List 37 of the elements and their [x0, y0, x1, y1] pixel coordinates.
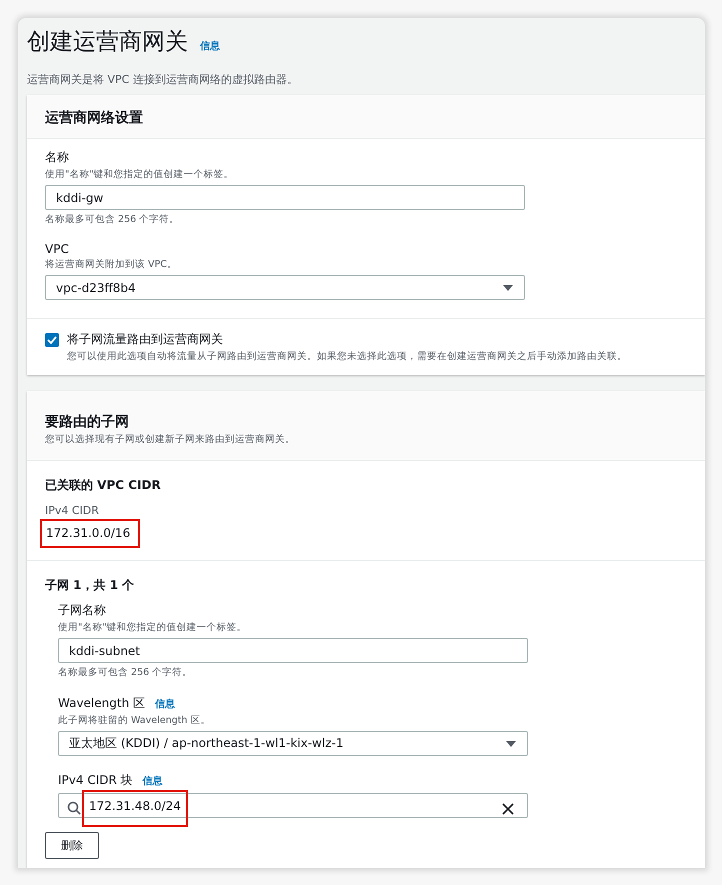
- select-dropdown[interactable]: vpc-d23ff8b4: [45, 275, 525, 300]
- caret-down-icon: [502, 284, 514, 292]
- page-title: 创建运营商网关: [27, 28, 188, 57]
- field-label: Wavelength 区: [58, 695, 145, 712]
- page-description: 运营商网关是将 VPC 连接到运营商网络的虚拟路由器。: [27, 72, 299, 87]
- field-hint: 使用"名称"键和您指定的值创建一个标签。: [45, 168, 235, 181]
- field-constraint: 名称最多可包含 256 个字符。: [45, 213, 180, 226]
- field-hint: 使用"名称"键和您指定的值创建一个标签。: [58, 621, 248, 634]
- search-field[interactable]: 172.31.48.0/24: [58, 793, 528, 818]
- info-link[interactable]: 信息: [142, 774, 163, 788]
- cidr-value: 172.31.0.0/16: [40, 519, 140, 548]
- section-heading: 子网 1，共 1 个: [45, 577, 136, 594]
- field-hint: 将运营商网关附加到该 VPC。: [45, 258, 178, 271]
- caret-down-icon: [505, 740, 517, 748]
- panel-heading: 要路由的子网: [45, 413, 130, 431]
- info-link[interactable]: 信息: [200, 39, 220, 53]
- close-icon: [502, 803, 514, 815]
- panel-description: 您可以选择现有子网或创建新子网来路由到运营商网关。: [45, 433, 296, 446]
- text-input[interactable]: kddi-subnet: [58, 638, 528, 663]
- cidr-label: IPv4 CIDR: [45, 504, 100, 517]
- checkbox-label: 将子网流量路由到运营商网关: [67, 331, 224, 348]
- info-link[interactable]: 信息: [155, 697, 175, 711]
- field-label: 名称: [45, 149, 69, 166]
- field-label: IPv4 CIDR 块: [58, 772, 133, 789]
- search-icon: [67, 801, 81, 815]
- panel-heading: 运营商网络设置: [45, 109, 144, 127]
- field-constraint: 名称最多可包含 256 个字符。: [58, 666, 194, 679]
- section-heading: 已关联的 VPC CIDR: [45, 477, 162, 494]
- remove-button[interactable]: 删除: [45, 832, 99, 859]
- checkbox-description: 您可以使用此选项自动将流量从子网路由到运营商网关。如果您未选择此选项，需要在创建运营商网关之后手动添加路由关联。: [67, 350, 627, 363]
- check-icon: [47, 336, 57, 344]
- select-dropdown[interactable]: 亚太地区 (KDDI) / ap-northeast-1-wl1-kix-wlz-1: [58, 731, 528, 756]
- checkbox[interactable]: [45, 333, 59, 347]
- field-label: VPC: [45, 242, 69, 256]
- text-input[interactable]: kddi-gw: [45, 185, 525, 210]
- field-hint: 此子网将驻留的 Wavelength 区。: [58, 714, 212, 727]
- field-label: 子网名称: [58, 602, 106, 619]
